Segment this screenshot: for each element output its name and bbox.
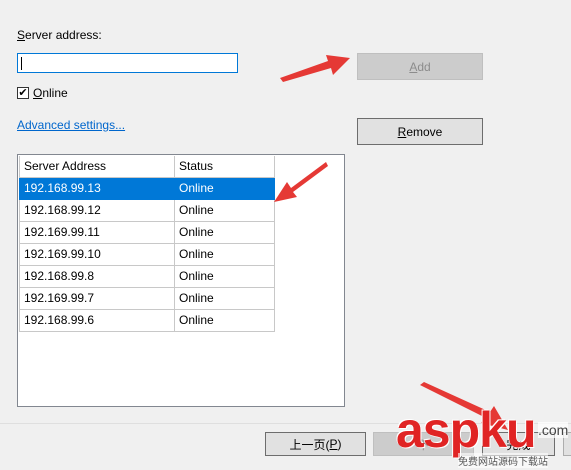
table-header-row: Server Address Status	[19, 156, 275, 178]
server-list[interactable]: Server Address Status 192.168.99.13 Onli…	[17, 154, 345, 407]
row-status: Online	[174, 242, 275, 266]
prev-button-accel: P	[329, 437, 338, 451]
remove-button-text: emove	[406, 124, 443, 139]
annotation-arrow-add-icon	[280, 55, 350, 82]
online-checkbox[interactable]: ✔	[17, 87, 29, 99]
row-server-address: 192.169.99.7	[19, 286, 175, 310]
remove-button-accel: R	[397, 124, 407, 139]
row-status: Online	[174, 308, 275, 332]
column-header-status[interactable]: Status	[174, 156, 275, 178]
previous-page-button[interactable]: 上一页(P)	[265, 432, 366, 456]
row-server-address: 192.169.99.11	[19, 220, 175, 244]
table-row[interactable]: 192.169.99.7 Online	[19, 286, 275, 310]
online-checkbox-label: Online	[33, 86, 68, 100]
row-status: Online	[174, 286, 275, 310]
row-server-address: 192.168.99.8	[19, 264, 175, 288]
prev-button-end: )	[337, 437, 342, 451]
server-address-label: Server address:	[17, 28, 102, 42]
row-server-address: 192.169.99.10	[19, 242, 175, 266]
online-label-accel: O	[33, 86, 43, 100]
watermark-logo: aspku .com 免费网站源码下载站	[396, 402, 571, 470]
table-row[interactable]: 192.168.99.8 Online	[19, 264, 275, 288]
table-row[interactable]: 192.168.99.6 Online	[19, 308, 275, 332]
remove-button[interactable]: Remove	[357, 118, 483, 145]
prev-button-text: 上一页(	[289, 437, 330, 452]
watermark-brand: aspku	[396, 402, 537, 458]
table-row[interactable]: 192.169.99.10 Online	[19, 242, 275, 266]
check-icon: ✔	[18, 87, 28, 99]
row-status: Online	[174, 220, 275, 244]
row-status: Online	[174, 176, 275, 200]
table-row[interactable]: 192.168.99.12 Online	[19, 198, 275, 222]
server-address-input[interactable]	[17, 53, 238, 73]
add-button-accel: A	[409, 59, 418, 74]
column-header-server-address[interactable]: Server Address	[19, 156, 175, 178]
online-checkbox-row[interactable]: ✔ Online	[17, 86, 68, 100]
server-table: Server Address Status 192.168.99.13 Onli…	[19, 156, 275, 332]
server-address-label-accel: S	[17, 28, 26, 42]
row-server-address: 192.168.99.13	[19, 176, 175, 200]
advanced-settings-link[interactable]: Advanced settings...	[17, 118, 125, 132]
row-server-address: 192.168.99.12	[19, 198, 175, 222]
table-row[interactable]: 192.169.99.11 Online	[19, 220, 275, 244]
table-row[interactable]: 192.168.99.13 Online	[19, 176, 275, 200]
add-button[interactable]: Add	[357, 53, 483, 80]
text-caret	[21, 57, 22, 70]
add-button-text: dd	[417, 59, 431, 74]
row-server-address: 192.168.99.6	[19, 308, 175, 332]
row-status: Online	[174, 198, 275, 222]
watermark-subtitle: 免费网站源码下载站	[458, 453, 548, 468]
server-address-label-text: erver address:	[25, 28, 102, 42]
watermark-domain: .com	[538, 422, 569, 438]
online-label-text: nline	[42, 86, 68, 100]
row-status: Online	[174, 264, 275, 288]
